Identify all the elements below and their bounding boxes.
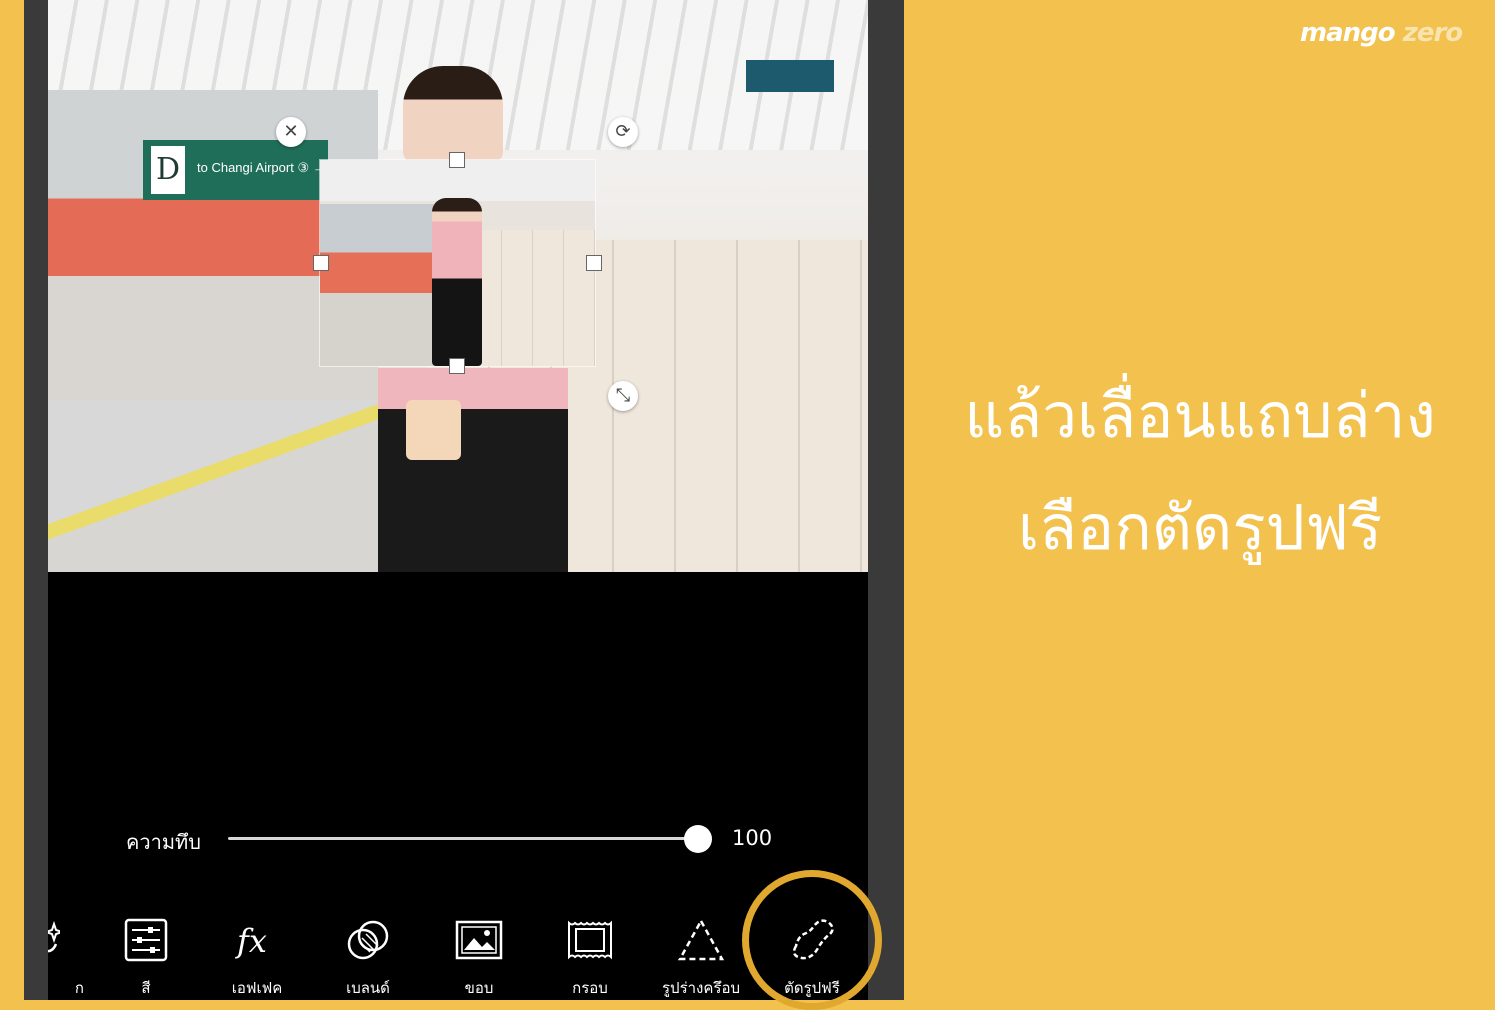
scale-arrows-icon: ⤡ (615, 385, 631, 406)
platform-destination: to Changi Airport ③ → (197, 160, 326, 175)
person-lower-body (378, 368, 568, 572)
brand-logo-part2: zero (1402, 18, 1463, 48)
platform-sign: D to Changi Airport ③ → (143, 140, 328, 200)
tool-shape-crop-label: รูปร่างครึอบ (661, 979, 740, 997)
rotate-icon: ⟳ (615, 121, 631, 142)
adjust-icon (124, 918, 168, 962)
tool-partial[interactable]: ก (48, 916, 86, 1000)
instruction-caption: แล้วเลื่อนแถบล่าง เลือกตัดรูปฟรี (905, 360, 1495, 584)
brand-logo: mango zero (1300, 18, 1463, 48)
rotate-layer-button[interactable]: ⟳ (608, 117, 638, 147)
blend-icon (347, 920, 389, 960)
opacity-value: 100 (732, 826, 773, 850)
handbag (406, 400, 461, 460)
sparkle-icon (48, 920, 60, 953)
svg-text:fx: fx (235, 922, 267, 960)
tool-frame-label: กรอบ (572, 979, 608, 997)
layer-train (320, 204, 450, 366)
resize-handle-bottom[interactable] (449, 358, 465, 374)
wayfinding-sign (746, 60, 834, 92)
platform-letter: D (151, 146, 185, 194)
editor-screen: D to Changi Airport ③ → ✕ ⟳ ⤡ ความทึบ 10… (48, 0, 868, 1000)
resize-handle-top[interactable] (449, 152, 465, 168)
opacity-slider-thumb[interactable] (684, 825, 712, 853)
opacity-slider-track[interactable] (228, 837, 698, 840)
tool-partial-label: ก (74, 979, 84, 997)
overlay-layer-image[interactable] (320, 160, 595, 366)
tool-border[interactable]: ขอบ (429, 916, 529, 1000)
caption-line-1: แล้วเลื่อนแถบล่าง (964, 379, 1436, 452)
shape-crop-icon (677, 918, 725, 961)
highlight-circle (742, 870, 882, 1010)
tool-effect[interactable]: fx เอฟเฟค (207, 916, 307, 1000)
resize-handle-right[interactable] (586, 255, 602, 271)
tool-color[interactable]: สี (96, 916, 196, 1000)
layer-person (432, 198, 482, 366)
close-icon: ✕ (283, 121, 299, 142)
tool-blend-label: เบลนด์ (346, 979, 390, 997)
tool-frame[interactable]: กรอบ (540, 916, 640, 1000)
tool-blend[interactable]: เบลนด์ (318, 916, 418, 1000)
fx-icon: fx (235, 922, 267, 960)
scale-layer-button[interactable]: ⤡ (608, 381, 638, 411)
tool-color-label: สี (141, 979, 151, 997)
canvas-photo[interactable]: D to Changi Airport ③ → ✕ ⟳ ⤡ (48, 0, 868, 572)
tool-effect-label: เอฟเฟค (231, 979, 283, 997)
border-icon (455, 920, 503, 960)
brand-logo-part1: mango (1300, 18, 1396, 48)
tool-border-label: ขอบ (464, 979, 494, 997)
caption-line-2: เลือกตัดรูปฟรี (1017, 491, 1383, 564)
opacity-label: ความทึบ (126, 830, 201, 854)
background-strip (0, 0, 24, 1000)
resize-handle-left[interactable] (313, 255, 329, 271)
close-layer-button[interactable]: ✕ (276, 117, 306, 147)
platform-edge (48, 400, 428, 572)
person-head (403, 66, 503, 162)
frame-icon (568, 920, 612, 960)
tool-shape-crop[interactable]: รูปร่างครึอบ (651, 916, 751, 1000)
